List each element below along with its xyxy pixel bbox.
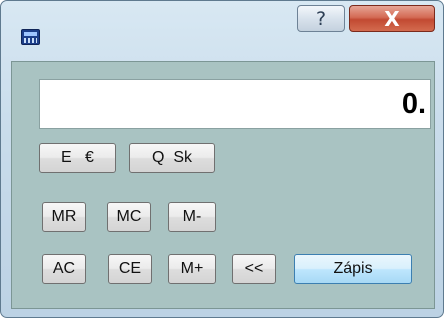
- help-icon: ?: [315, 7, 327, 30]
- title-bar[interactable]: ? X: [1, 1, 443, 57]
- memory-recall-button[interactable]: MR: [42, 202, 86, 232]
- calculator-icon[interactable]: [21, 29, 40, 45]
- backspace-button[interactable]: <<: [232, 254, 276, 284]
- all-clear-button[interactable]: AC: [42, 254, 86, 284]
- memory-clear-button[interactable]: MC: [107, 202, 151, 232]
- calculator-panel: 0. E € Q Sk MR MC M- AC CE M+ << Zápis: [11, 61, 435, 309]
- sk-conversion-button[interactable]: Q Sk: [129, 143, 215, 173]
- memory-plus-button[interactable]: M+: [168, 254, 216, 284]
- calculator-icon-keys: [24, 38, 37, 43]
- display-field: 0.: [39, 79, 431, 129]
- close-button[interactable]: X: [349, 5, 435, 32]
- euro-conversion-button[interactable]: E €: [39, 143, 116, 173]
- clear-entry-button[interactable]: CE: [108, 254, 152, 284]
- record-button[interactable]: Zápis: [294, 254, 412, 284]
- calculator-icon-screen: [24, 32, 37, 36]
- help-button[interactable]: ?: [297, 5, 345, 32]
- calculator-window: ? X 0. E € Q Sk MR MC M- AC CE M+ << Záp…: [0, 0, 444, 318]
- close-icon: X: [384, 6, 400, 31]
- memory-minus-button[interactable]: M-: [168, 202, 216, 232]
